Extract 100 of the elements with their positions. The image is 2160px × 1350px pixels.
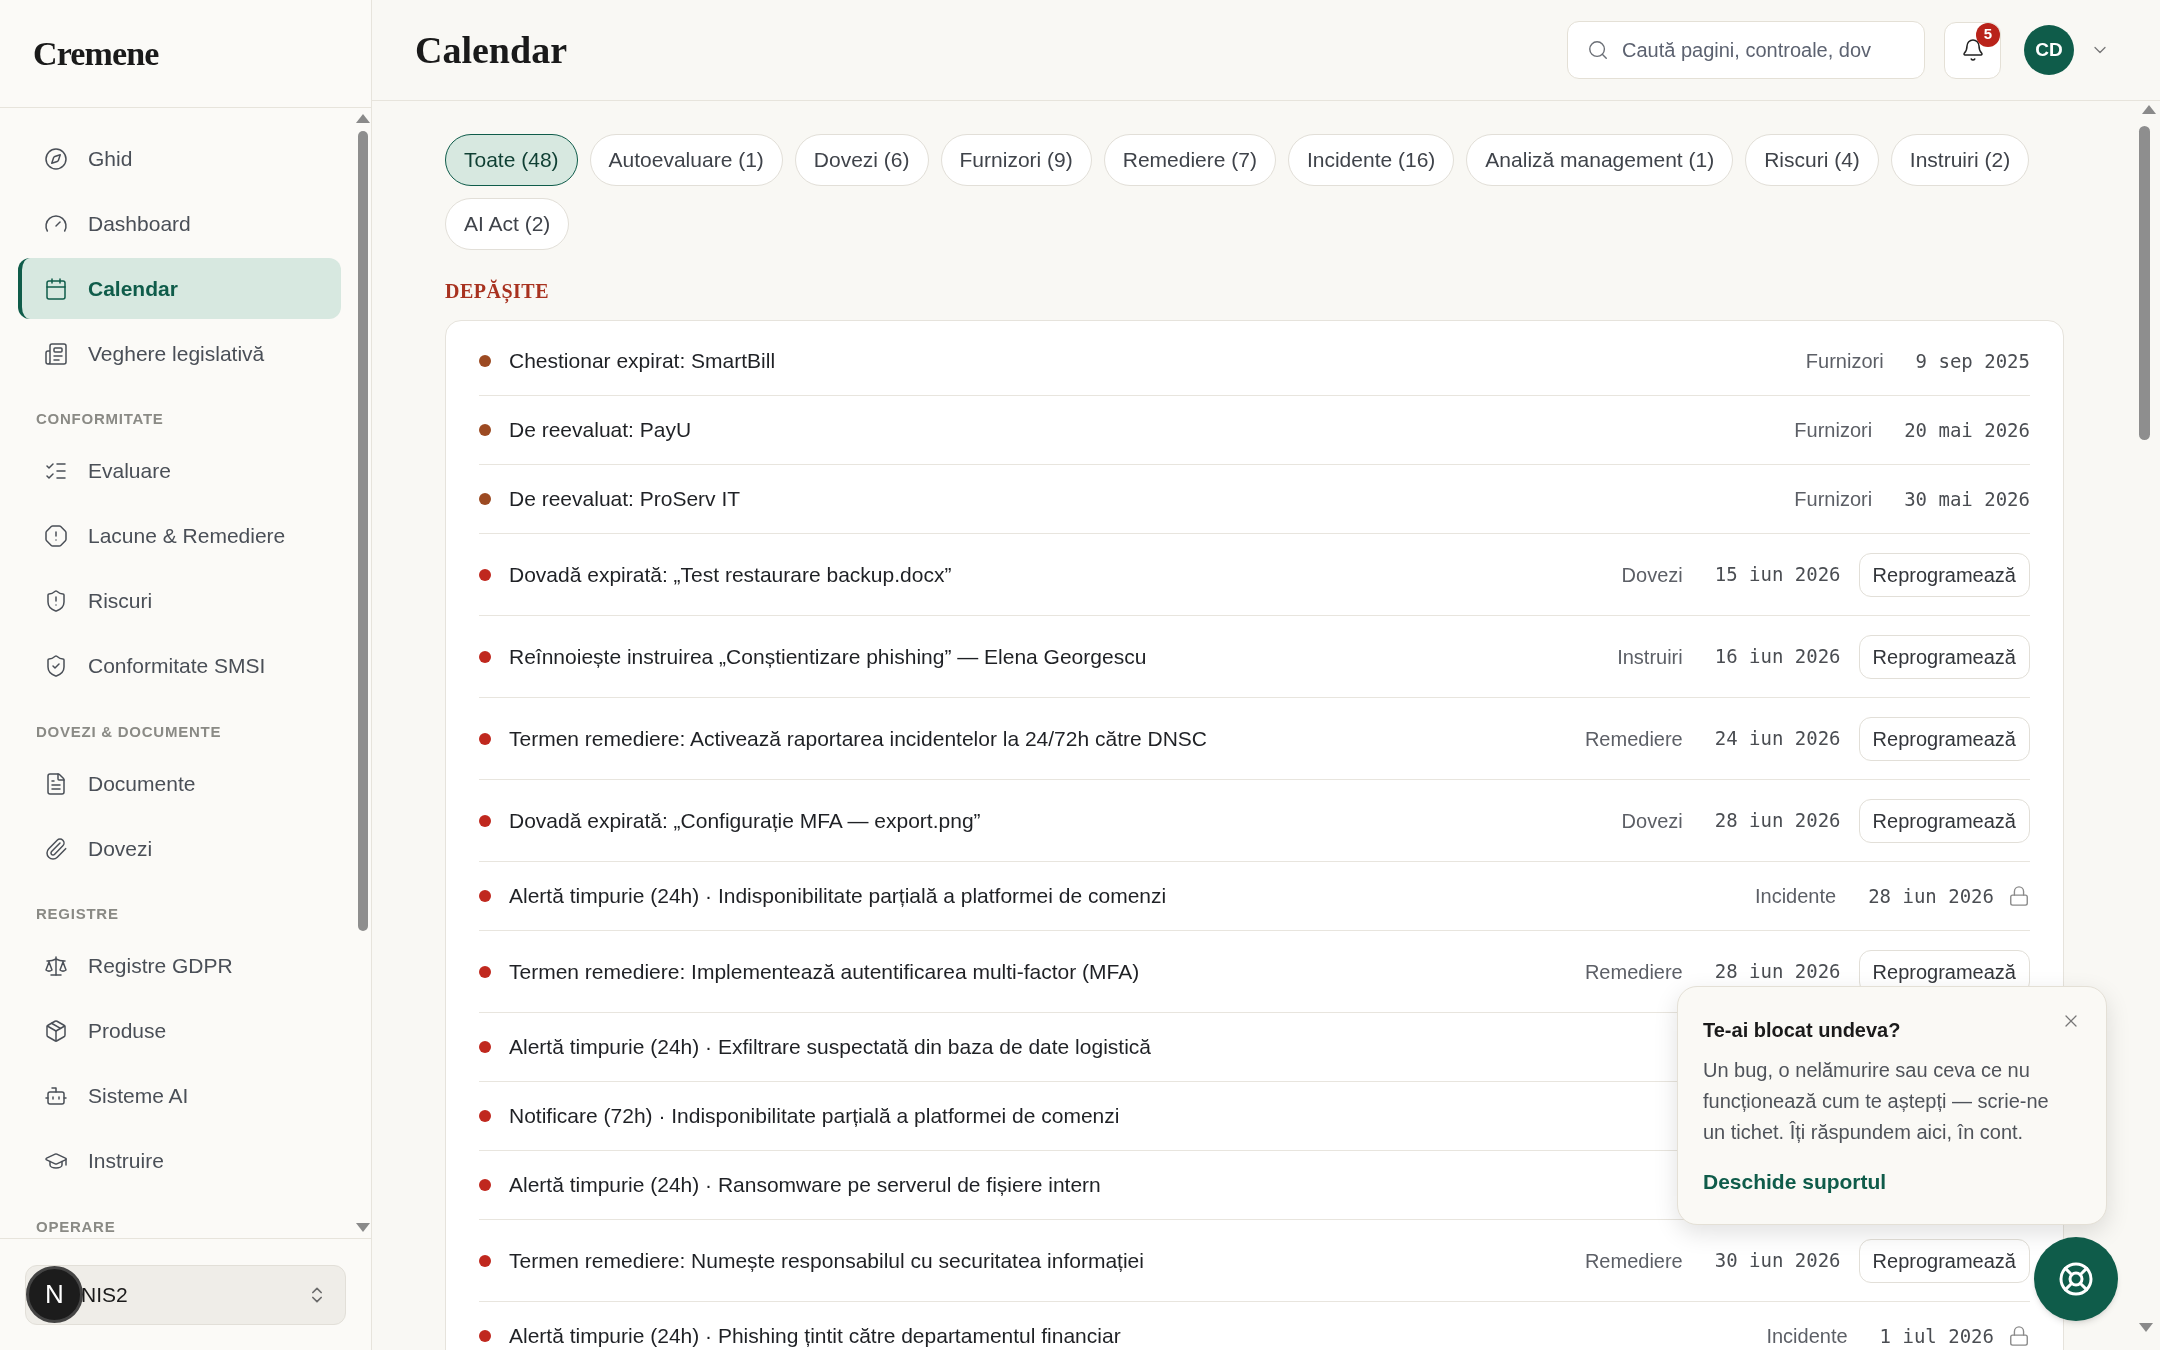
reschedule-button[interactable]: Reprogramează (1858, 1238, 2030, 1283)
nav-item[interactable]: Evaluare (18, 440, 341, 502)
event-date: 28 iun 2026 (1868, 883, 1994, 909)
nav-item[interactable]: Dashboard (18, 193, 341, 254)
event-title: Termen remediere: Implementează autentificarea multi-factor (MFA) (509, 958, 1140, 985)
nav-item[interactable]: Ghid (18, 128, 341, 189)
event-date: 1 iul 2026 (1879, 1323, 1994, 1349)
event-title: Notificare (72h) · Indisponibilitate parțială a platformei de comenzi (509, 1103, 1120, 1130)
lock-icon (2008, 885, 2030, 907)
compass-icon (44, 146, 68, 171)
search-icon (1587, 39, 1609, 61)
section-label: DOVEZI & DOCUMENTE (35, 721, 223, 742)
event-category: Incidente (1766, 1324, 1848, 1349)
filter-chip[interactable]: Autoevaluare (1) (589, 134, 783, 186)
filter-chip[interactable]: Furnizori (9) (940, 134, 1092, 186)
search-field[interactable]: Caută pagini, controale, dov (1567, 21, 1925, 79)
section-label: OPERARE (35, 1216, 117, 1237)
nav-item[interactable]: Produse (18, 1000, 341, 1062)
event-title: De reevaluat: ProServ IT (509, 486, 741, 513)
event-category: Dovezi (1621, 808, 1683, 834)
reschedule-button[interactable]: Reprogramează (1858, 634, 2030, 679)
filter-chip[interactable]: Instruiri (2) (1890, 134, 2030, 186)
reschedule-button[interactable]: Reprogramează (1858, 716, 2030, 761)
filter-chip[interactable]: Riscuri (4) (1745, 134, 1879, 186)
help-button[interactable] (2034, 1237, 2118, 1321)
nav-item[interactable]: Calendar (18, 258, 341, 319)
event-title: Chestionar expirat: SmartBill (509, 348, 776, 375)
scale-icon (44, 954, 68, 978)
filter-chip[interactable]: Incidente (16) (1287, 134, 1455, 186)
event-date: 30 iun 2026 (1714, 1248, 1841, 1274)
filter-chip[interactable]: Toate (48) (445, 134, 578, 186)
shield-icon (44, 589, 68, 613)
event-title: Termen remediere: Numește responsabilul cu securitatea informației (509, 1247, 1144, 1274)
scroll-down-icon[interactable] (356, 1223, 370, 1232)
document-icon (44, 771, 68, 796)
event-date: 15 iun 2026 (1714, 562, 1841, 588)
section-label: CONFORMITATE (35, 409, 165, 429)
filter-chip[interactable]: Dovezi (6) (794, 134, 929, 186)
event-title: Dovadă expirată: „Configurație MFA — export.png” (509, 807, 981, 834)
nav-item[interactable]: Lacune & Remediere (18, 505, 341, 567)
event-category: Furnizori (1805, 349, 1884, 374)
workspace-select[interactable]: N NIS2 (25, 1264, 346, 1325)
filter-chip[interactable]: Analiză management (1) (1466, 134, 1734, 186)
event-title: Dovadă expirată: „Test restaurare backup.docx” (509, 561, 952, 588)
user-avatar[interactable]: CD (2024, 25, 2074, 75)
event-date: 20 mai 2026 (1904, 417, 2030, 443)
nav-item[interactable]: Conformitate SMSI (18, 635, 341, 697)
event-date: 16 iun 2026 (1714, 644, 1841, 670)
event-category: Incidente (1755, 884, 1837, 909)
notification-badge: 5 (1976, 22, 2000, 47)
nav-item[interactable]: Instruire (18, 1130, 341, 1192)
avatar[interactable]: N (26, 1266, 83, 1323)
newspaper-icon (44, 341, 68, 366)
event-date: 24 iun 2026 (1714, 726, 1841, 752)
event-category: Instruiri (1617, 644, 1683, 670)
scrollbar-thumb[interactable] (358, 131, 368, 931)
section-label: REGISTRE (35, 904, 120, 924)
filter-chip[interactable]: AI Act (2) (445, 198, 570, 250)
nav-item[interactable]: Sisteme AI (18, 1065, 341, 1127)
event-date: 28 iun 2026 (1714, 808, 1841, 834)
page-title: Calendar (415, 27, 567, 73)
event-category: Remediere (1584, 1248, 1683, 1274)
event-date: 9 sep 2025 (1915, 348, 2030, 374)
event-title: Alertă timpurie (24h) · Phishing țintit către departamentul financiar (509, 1323, 1121, 1350)
nav-item[interactable]: Dovezi (18, 818, 341, 879)
scroll-down-icon[interactable] (2139, 1323, 2153, 1332)
event-title: Alertă timpurie (24h) · Ransomware pe serverul de fișiere intern (509, 1172, 1101, 1199)
event-category: Dovezi (1621, 562, 1683, 588)
support-link[interactable]: Deschide suportul (1703, 1166, 1887, 1198)
popup-title: Te-ai blocat undeva? (1703, 1018, 1902, 1043)
event-title: Reînnoiește instruirea „Conștientizare phishing” — Elena Georgescu (509, 643, 1147, 670)
reschedule-button[interactable]: Reprogramează (1858, 552, 2030, 597)
scroll-up-icon[interactable] (2142, 105, 2156, 114)
event-title: De reevaluat: PayU (509, 417, 692, 444)
box-icon (44, 1019, 68, 1043)
filter-chip[interactable]: Remediere (7) (1103, 134, 1276, 186)
brand-logo: Cremene (33, 34, 159, 74)
event-category: Furnizori (1794, 418, 1873, 443)
event-category: Remediere (1584, 959, 1683, 985)
nav-item[interactable]: Riscuri (18, 570, 341, 632)
event-title: Termen remediere: Activează raportarea incidentelor la 24/72h către DNSC (509, 725, 1207, 752)
nav-item[interactable]: Documente (18, 753, 341, 814)
event-category: Furnizori (1794, 487, 1873, 512)
notifications-button[interactable]: 5 (1944, 21, 2001, 79)
bell-icon (1960, 38, 1985, 62)
nav-item[interactable]: Registre GDPR (18, 935, 341, 997)
calendar-icon (44, 276, 68, 301)
event-title: Alertă timpurie (24h) · Exfiltrare suspectată din baza de date logistică (509, 1034, 1151, 1061)
event-date: 30 mai 2026 (1904, 486, 2030, 512)
popup-message: Un bug, o nelămurire sau ceva ce nu funcționează cum te aștepți — scrie-ne un tichet. Îți răspundem aici, în cont. (1703, 1058, 2050, 1145)
reschedule-button[interactable]: Reprogramează (1858, 798, 2030, 843)
event-date: 28 iun 2026 (1714, 959, 1841, 985)
paperclip-icon (44, 836, 68, 861)
nav-item[interactable]: Veghere legislativă (18, 323, 341, 384)
event-title: Alertă timpurie (24h) · Indisponibilitate parțială a platformei de comenzi (509, 883, 1167, 910)
event-category: Remediere (1584, 726, 1683, 752)
section-heading: DEPĂȘITE (445, 278, 551, 306)
scroll-up-icon[interactable] (356, 114, 370, 123)
lifebuoy-icon (2058, 1261, 2094, 1297)
scrollbar-thumb[interactable] (2139, 126, 2150, 440)
